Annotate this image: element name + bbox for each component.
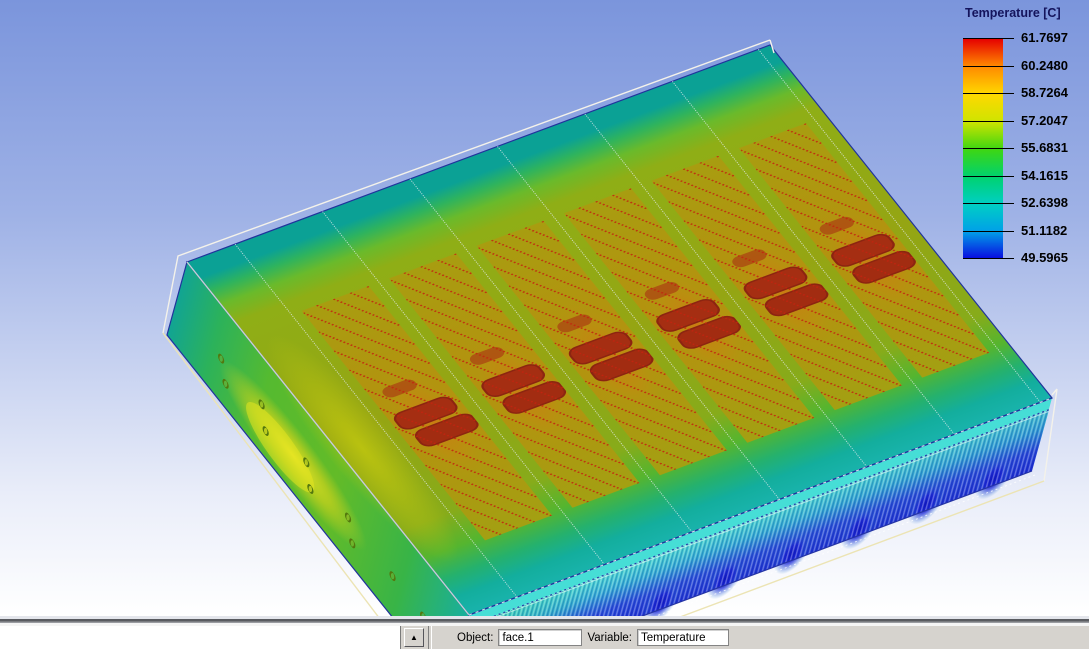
legend-tick-line [963, 148, 1014, 149]
object-input[interactable] [498, 629, 582, 646]
field-group: Object: Variable: [432, 629, 729, 646]
legend-tick-label: 57.2047 [1021, 113, 1089, 128]
object-label: Object: [457, 632, 493, 644]
legend-tick-label: 58.7264 [1021, 85, 1089, 100]
viewport-divider [0, 616, 1089, 626]
statusbar: ▲ Object: Variable: [0, 626, 1089, 649]
scroll-up-button[interactable]: ▲ [404, 628, 424, 647]
legend-tick-line [963, 93, 1014, 94]
legend-title: Temperature [C] [965, 6, 1061, 20]
legend-tick-line [963, 38, 1014, 39]
legend-tick-line [963, 121, 1014, 122]
legend-tick-label: 49.5965 [1021, 250, 1089, 265]
legend-tick-label: 51.1182 [1021, 223, 1089, 238]
up-arrow-icon: ▲ [410, 633, 418, 642]
variable-input[interactable] [637, 629, 729, 646]
viewport-3d-scene[interactable] [0, 0, 1089, 616]
application-window: Temperature [C] 61.7697 60.2480 58.7264 57.… [0, 0, 1089, 649]
legend-tick-label: 60.2480 [1021, 58, 1089, 73]
legend-tick-label: 54.1615 [1021, 168, 1089, 183]
legend-tick-line [963, 176, 1014, 177]
legend-tick-line [963, 203, 1014, 204]
variable-label: Variable: [587, 632, 632, 644]
message-line[interactable] [0, 626, 401, 649]
legend-tick-line [963, 66, 1014, 67]
legend-tick-label: 55.6831 [1021, 140, 1089, 155]
legend: Temperature [C] 61.7697 60.2480 58.7264 57.… [963, 6, 1089, 272]
legend-tick-line [963, 231, 1014, 232]
legend-tick-line [963, 258, 1014, 259]
legend-tick-label: 61.7697 [1021, 30, 1089, 45]
legend-tick-label: 52.6398 [1021, 195, 1089, 210]
